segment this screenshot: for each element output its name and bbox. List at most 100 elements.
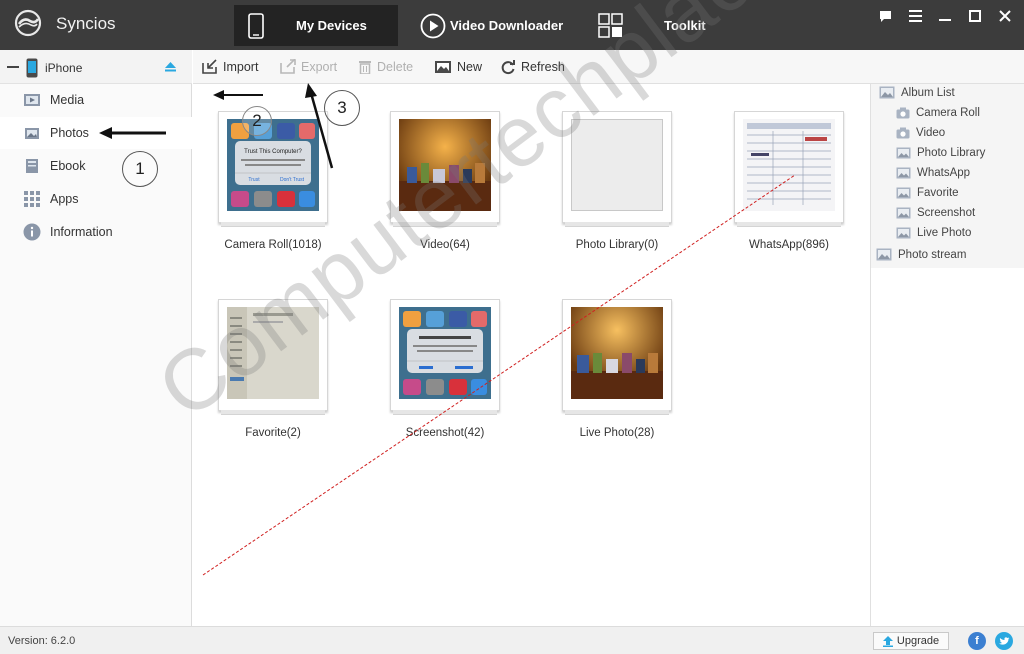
album-thumbnail — [743, 119, 835, 211]
album-icon — [896, 167, 911, 179]
album-icon — [876, 248, 892, 261]
sidebar-item-media[interactable]: Media — [0, 84, 192, 116]
album-label: Screenshot(42) — [405, 427, 485, 439]
hamburger-icon — [908, 10, 922, 22]
app-name: Syncios — [56, 14, 116, 33]
sidebar-item-information[interactable]: Information — [0, 216, 192, 248]
album-list-label: Camera Roll — [916, 107, 980, 119]
sidebar-item-label: Photos — [50, 126, 89, 140]
sidebar: iPhone Media Photos Ebook Apps Informati… — [0, 50, 192, 626]
sidebar-item-photos[interactable]: Photos — [0, 117, 192, 149]
apps-grid-icon — [24, 191, 40, 207]
camera-icon — [896, 107, 910, 119]
minimize-icon — [939, 19, 951, 21]
iphone-icon — [26, 58, 38, 78]
album-list-item-camera-roll[interactable]: Camera Roll — [896, 107, 980, 119]
step-number-1: 1 — [122, 151, 158, 187]
photos-icon — [25, 128, 39, 139]
title-bar: Syncios My Devices Video Downloader Tool… — [0, 0, 1024, 50]
twitter-icon[interactable] — [995, 632, 1013, 650]
eject-icon[interactable] — [165, 62, 176, 72]
thumb-trust-title: Trust This Computer? — [244, 149, 302, 155]
album-list-item-photo-stream[interactable]: Photo stream — [876, 248, 966, 261]
album-list-header-row[interactable]: Album List — [879, 86, 955, 99]
feedback-button[interactable] — [870, 8, 900, 24]
close-icon — [999, 10, 1011, 22]
chat-bubble-icon — [879, 10, 891, 22]
upload-arrow-icon — [882, 635, 893, 647]
sidebar-item-label: Media — [50, 93, 85, 107]
album-icon — [896, 187, 911, 199]
album-list-item-video[interactable]: Video — [896, 127, 945, 139]
album-screenshot[interactable]: Screenshot(42) — [365, 299, 525, 439]
album-list-item-photo-library[interactable]: Photo Library — [896, 147, 985, 159]
album-label: Photo Library(0) — [575, 239, 659, 251]
sidebar-item-apps[interactable]: Apps — [0, 183, 192, 215]
sidebar-item-label: Ebook — [50, 159, 86, 173]
export-label: Export — [301, 59, 338, 74]
album-label: Favorite(2) — [245, 427, 301, 439]
sidebar-item-label: Information — [50, 225, 113, 239]
upgrade-label: Upgrade — [896, 635, 940, 647]
trash-icon — [359, 61, 371, 74]
album-list-item-whatsapp[interactable]: WhatsApp — [896, 167, 970, 179]
album-list-label: Photo stream — [898, 248, 967, 261]
import-label: Import — [223, 59, 259, 74]
export-icon — [280, 59, 296, 74]
close-button[interactable] — [990, 8, 1020, 24]
album-list-title: Album List — [901, 86, 955, 99]
version-text: Version: 6.2.0 — [8, 635, 76, 647]
step-number-3: 3 — [324, 90, 360, 126]
album-icon — [879, 86, 895, 99]
delete-button[interactable]: Delete — [358, 59, 413, 74]
album-thumbnail — [571, 307, 663, 399]
syncios-logo-icon — [14, 9, 42, 37]
device-name: iPhone — [45, 61, 83, 75]
upgrade-button[interactable]: Upgrade — [873, 632, 949, 650]
collapse-icon[interactable] — [7, 66, 19, 68]
info-icon — [23, 223, 41, 241]
tab-my-devices[interactable]: My Devices — [234, 5, 398, 46]
album-list-label: WhatsApp — [917, 167, 971, 179]
new-album-icon — [435, 61, 451, 73]
export-button[interactable]: Export — [280, 59, 337, 74]
album-whatsapp[interactable]: WhatsApp(896) — [709, 111, 869, 251]
minimize-button[interactable] — [930, 8, 960, 24]
tab-video-downloader[interactable]: Video Downloader — [408, 5, 578, 46]
new-label: New — [457, 59, 483, 74]
album-list-item-live-photo[interactable]: Live Photo — [896, 227, 971, 239]
album-thumbnail — [399, 307, 491, 399]
step-number-2: 2 — [242, 106, 272, 136]
maximize-icon — [969, 10, 981, 22]
album-thumbnail: Trust This Computer? Trust Don't Trust — [227, 119, 319, 211]
device-row[interactable]: iPhone — [0, 50, 192, 84]
sidebar-item-ebook[interactable]: Ebook — [0, 150, 192, 182]
status-bar: Version: 6.2.0 Upgrade f — [0, 626, 1024, 654]
album-list-panel: Album List Camera Roll Video Photo Libra… — [870, 84, 1024, 626]
delete-label: Delete — [377, 59, 414, 74]
album-list-label: Favorite — [917, 187, 959, 199]
maximize-button[interactable] — [960, 8, 990, 24]
album-thumbnail-frame — [562, 299, 672, 415]
thumb-trust-button: Trust — [248, 177, 260, 183]
facebook-icon[interactable]: f — [968, 632, 986, 650]
menu-button[interactable] — [900, 8, 930, 24]
twitter-bird-icon — [998, 636, 1010, 645]
album-icon — [896, 207, 911, 219]
album-list-label: Photo Library — [917, 147, 986, 159]
media-icon — [24, 94, 40, 106]
album-live-photo[interactable]: Live Photo(28) — [537, 299, 697, 439]
new-album-button[interactable]: New — [434, 59, 482, 74]
album-list-label: Video — [916, 127, 946, 139]
refresh-icon — [501, 60, 515, 75]
album-thumbnail-frame — [390, 299, 500, 415]
phone-icon — [248, 12, 264, 39]
album-list-label: Live Photo — [917, 227, 972, 239]
play-circle-icon — [420, 13, 446, 38]
album-list-item-favorite[interactable]: Favorite — [896, 187, 959, 199]
import-button[interactable]: Import — [202, 59, 258, 74]
tab-label: My Devices — [296, 18, 367, 33]
album-list-item-screenshot[interactable]: Screenshot — [896, 207, 975, 219]
album-thumbnail-frame — [734, 111, 844, 227]
import-icon — [202, 59, 217, 74]
